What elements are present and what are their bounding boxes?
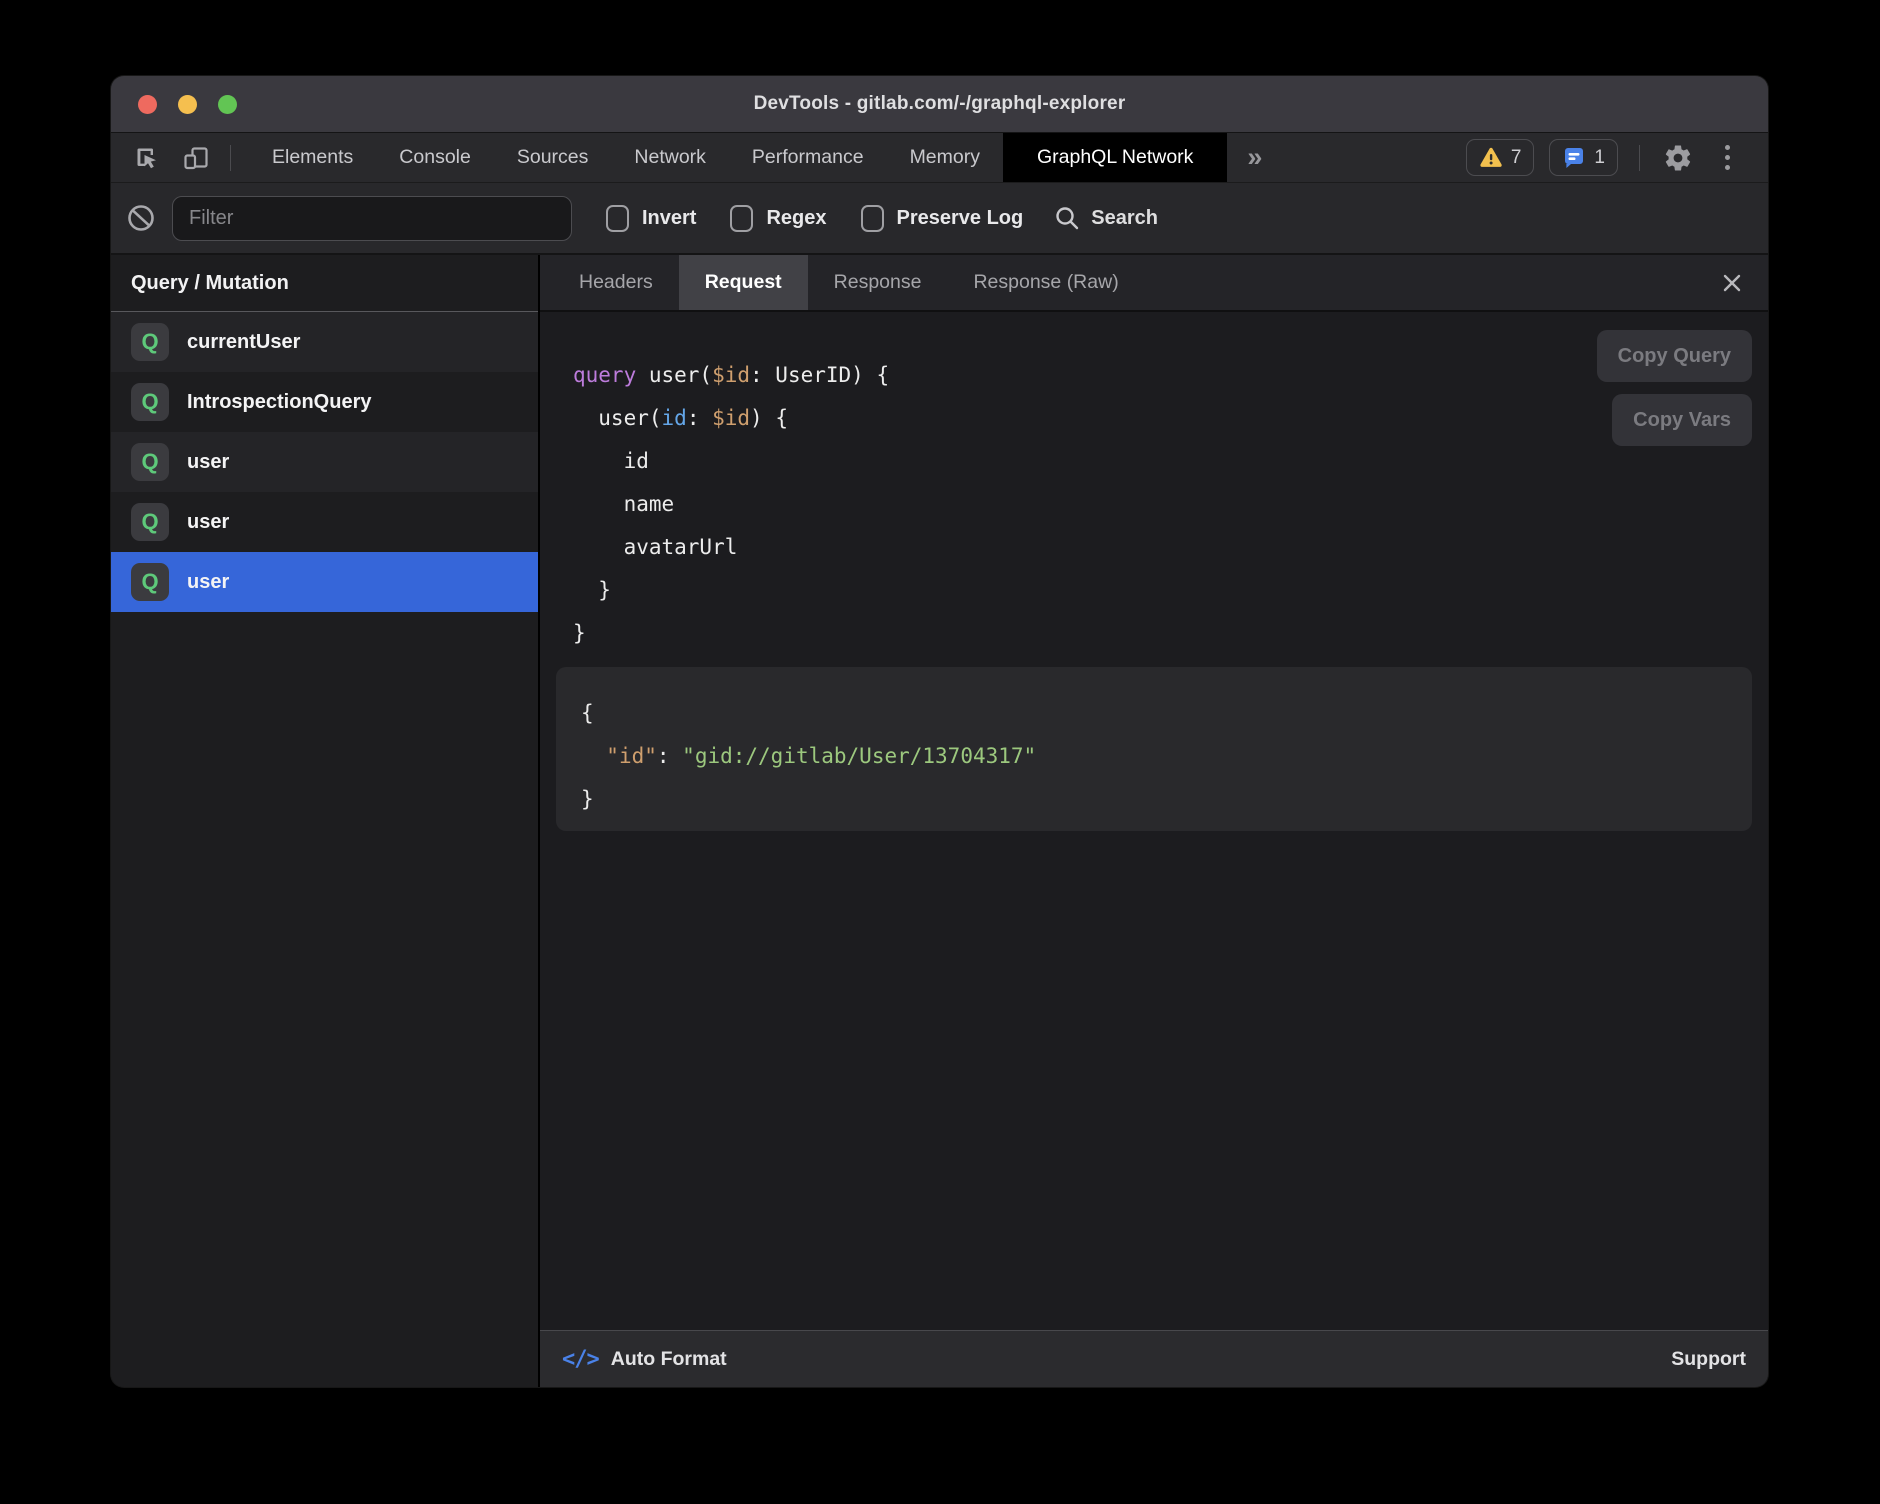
detail-tab-request[interactable]: Request [679,255,808,310]
window-title: DevTools - gitlab.com/-/graphql-explorer [754,93,1126,115]
issues-badge[interactable]: 1 [1549,139,1618,176]
code-line: { [581,692,1752,735]
query-list-item[interactable]: Quser [111,492,538,552]
code-line: } [573,569,889,612]
code-line: } [581,778,1752,821]
network-filter-bar: Invert Regex Preserve Log Search [111,183,1768,255]
regex-checkbox-group[interactable]: Regex [730,205,826,232]
query-list-item[interactable]: QcurrentUser [111,312,538,372]
query-list-item[interactable]: Quser [111,552,538,612]
block-icon [125,202,157,234]
filter-input[interactable] [172,196,572,241]
toolbar-separator [230,145,231,171]
query-list-item[interactable]: Q IntrospectionQuery [111,372,538,432]
preserve-log-checkbox[interactable] [861,205,884,232]
preserve-log-checkbox-group[interactable]: Preserve Log [861,205,1024,232]
detail-tab-response[interactable]: Response [808,255,948,310]
message-icon [1562,147,1586,169]
traffic-lights [138,76,237,132]
query-type-badge: Q [131,323,169,361]
code-line: name [573,483,889,526]
kebab-menu-icon [1725,145,1730,170]
graphql-query-code: query user($id: UserID) { user(id: $id) … [573,354,889,655]
block-requests-button[interactable] [125,202,157,234]
devtools-tab-network[interactable]: Network [611,133,729,182]
more-options-button[interactable] [1710,141,1744,175]
invert-checkbox-group[interactable]: Invert [606,205,696,232]
query-list: QcurrentUserQIntrospectionQueryQuserQuse… [111,312,538,1387]
panel-footer: </> Auto Format Support [540,1330,1768,1387]
issues-count: 1 [1594,147,1605,169]
copy-query-button[interactable]: Copy Query [1597,330,1752,382]
regex-checkbox[interactable] [730,205,753,232]
query-sidebar: Query / Mutation QcurrentUserQIntrospect… [111,255,540,1387]
code-brackets-icon: </> [562,1347,599,1372]
detail-tab-strip: HeadersRequestResponseResponse (Raw) [540,255,1768,312]
request-detail-panel: HeadersRequestResponseResponse (Raw) que… [540,255,1768,1387]
settings-button[interactable] [1661,141,1695,175]
double-chevron-icon: » [1247,142,1262,173]
support-link[interactable]: Support [1671,1348,1746,1371]
invert-checkbox[interactable] [606,205,629,232]
code-line: query user($id: UserID) { [573,354,889,397]
more-tabs-button[interactable]: » [1227,133,1282,182]
warning-triangle-icon [1479,147,1503,169]
query-list-item[interactable]: Quser [111,432,538,492]
devtools-tab-console[interactable]: Console [376,133,494,182]
search-button[interactable]: Search [1053,204,1158,232]
query-name-label: user [187,571,229,594]
devtools-toolbar: ElementsConsoleSourcesNetworkPerformance… [111,133,1768,183]
close-icon [1721,272,1743,294]
device-toolbar-icon [182,144,212,172]
inspect-cursor-icon [133,144,161,172]
zoom-window-button[interactable] [218,95,237,114]
query-name-label: currentUser [187,331,300,354]
search-label: Search [1091,207,1158,230]
regex-label: Regex [766,207,826,230]
devtools-tab-elements[interactable]: Elements [249,133,376,182]
gear-icon [1663,143,1693,173]
devtools-window: DevTools - gitlab.com/-/graphql-explorer [111,76,1768,1387]
query-type-badge: Q [131,383,169,421]
code-line: "id": "gid://gitlab/User/13704317" [581,735,1752,778]
code-line: avatarUrl [573,526,889,569]
sidebar-header: Query / Mutation [111,255,538,312]
query-name-label: IntrospectionQuery [187,391,371,414]
detail-tab-headers[interactable]: Headers [553,255,679,310]
preserve-log-label: Preserve Log [897,207,1024,230]
devtools-tab-sources[interactable]: Sources [494,133,612,182]
devtools-tab-memory[interactable]: Memory [887,133,1003,182]
search-icon [1053,204,1081,232]
auto-format-button[interactable]: </> Auto Format [562,1347,727,1372]
code-line: id [573,440,889,483]
devtools-tab-performance[interactable]: Performance [729,133,887,182]
query-type-badge: Q [131,563,169,601]
code-line: user(id: $id) { [573,397,889,440]
warnings-count: 7 [1511,147,1522,169]
title-bar: DevTools - gitlab.com/-/graphql-explorer [111,76,1768,133]
code-line: } [573,612,889,655]
request-body: query user($id: UserID) { user(id: $id) … [540,312,1768,1330]
query-name-label: user [187,451,229,474]
auto-format-label: Auto Format [611,1348,727,1371]
query-type-badge: Q [131,503,169,541]
inspect-element-button[interactable] [132,143,162,173]
invert-label: Invert [642,207,696,230]
close-panel-button[interactable] [1714,255,1750,310]
detail-tab-response-raw[interactable]: Response (Raw) [947,255,1144,310]
devtools-tab-strip: ElementsConsoleSourcesNetworkPerformance… [249,133,1227,182]
query-name-label: user [187,511,229,534]
copy-vars-button[interactable]: Copy Vars [1612,394,1752,446]
devtools-tab-graphql-network[interactable]: GraphQL Network [1003,133,1227,182]
query-type-badge: Q [131,443,169,481]
query-variables-box: { "id": "gid://gitlab/User/13704317"} [556,667,1752,831]
warnings-badge[interactable]: 7 [1466,139,1535,176]
toolbar-separator [1639,145,1640,171]
close-window-button[interactable] [138,95,157,114]
minimize-window-button[interactable] [178,95,197,114]
toggle-device-toolbar-button[interactable] [182,143,212,173]
